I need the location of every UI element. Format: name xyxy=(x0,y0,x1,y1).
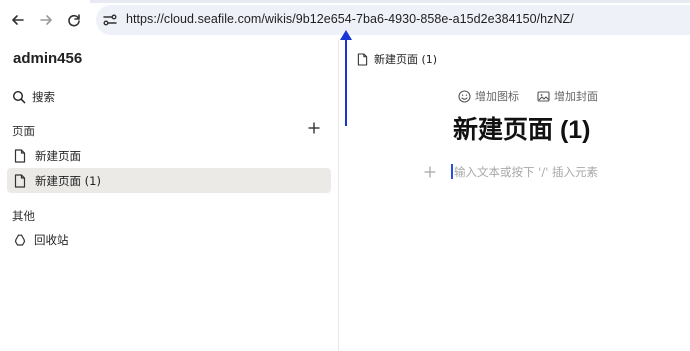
add-cover-button[interactable]: 增加封面 xyxy=(537,88,598,104)
plus-icon xyxy=(424,166,436,178)
reload-icon[interactable] xyxy=(64,10,84,30)
sidebar-page-item[interactable]: 新建页面 xyxy=(7,143,331,168)
recycle-bin-label: 回收站 xyxy=(34,233,69,247)
page-title[interactable]: 新建页面 (1) xyxy=(453,110,591,146)
editor-placeholder[interactable]: 输入文本或按下 '/' 插入元素 xyxy=(454,164,598,180)
search-label: 搜索 xyxy=(32,90,55,104)
annotation-arrow-icon xyxy=(340,30,352,126)
smile-icon xyxy=(458,89,471,103)
add-cover-label: 增加封面 xyxy=(554,90,598,103)
breadcrumb: 新建页面 (1) xyxy=(357,51,437,67)
forward-arrow-icon[interactable] xyxy=(36,10,56,30)
sidebar-page-item-active[interactable]: 新建页面 (1) xyxy=(7,168,331,193)
other-section-heading: 其他 xyxy=(12,209,35,223)
site-settings-icon[interactable] xyxy=(102,12,118,28)
page-icon xyxy=(357,52,368,66)
sidebar-page-label: 新建页面 xyxy=(35,148,81,163)
page-icon xyxy=(14,148,26,163)
text-caret xyxy=(451,164,453,179)
add-block-button[interactable] xyxy=(423,164,437,178)
address-bar[interactable]: https://cloud.seafile.com/wikis/9b12e654… xyxy=(96,5,690,35)
page-icon xyxy=(14,173,26,188)
back-arrow-icon[interactable] xyxy=(8,10,28,30)
breadcrumb-label: 新建页面 (1) xyxy=(374,53,438,66)
add-icon-label: 增加图标 xyxy=(475,90,519,103)
add-icon-button[interactable]: 增加图标 xyxy=(458,88,519,104)
search-button[interactable]: 搜索 xyxy=(12,89,55,105)
image-icon xyxy=(537,90,550,102)
wiki-sidebar: admin456 搜索 页面 新建页面 新建页面 (1) 其他 回收站 xyxy=(0,40,338,351)
recycle-icon xyxy=(14,234,26,246)
recycle-bin-button[interactable]: 回收站 xyxy=(13,232,69,248)
plus-icon xyxy=(308,122,320,134)
tab-strip-edge xyxy=(90,0,690,3)
url-text[interactable]: https://cloud.seafile.com/wikis/9b12e654… xyxy=(126,12,574,26)
wiki-owner-name: admin456 xyxy=(13,50,83,67)
pages-section-heading: 页面 xyxy=(12,124,35,138)
sidebar-page-label: 新建页面 (1) xyxy=(35,173,101,188)
add-page-button[interactable] xyxy=(306,120,322,136)
page-editor: 新建页面 (1) 增加图标 增加封面 新建页面 (1) 输入文本或按下 '/' … xyxy=(339,40,690,351)
search-icon xyxy=(12,90,26,104)
